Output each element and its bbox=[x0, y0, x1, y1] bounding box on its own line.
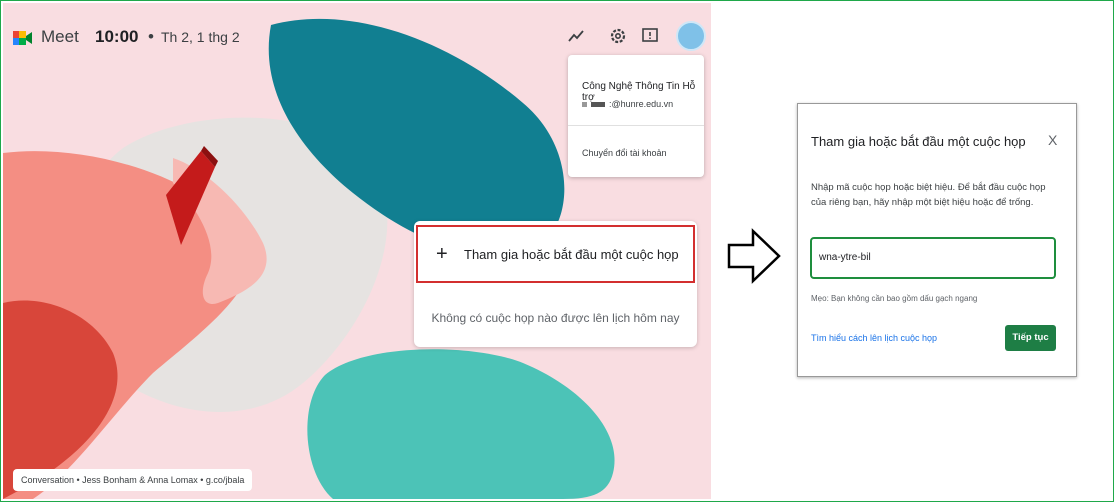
plus-icon: + bbox=[436, 243, 448, 265]
account-menu: Công Nghệ Thông Tin Hỗ trợ :@hunre.edu.v… bbox=[568, 55, 704, 177]
account-email: :@hunre.edu.vn bbox=[609, 99, 674, 109]
input-hint: Mẹo: Bạn không cần bao gồm dấu gạch ngan… bbox=[811, 294, 978, 303]
meet-logo-icon bbox=[13, 31, 32, 45]
settings-gear-icon[interactable] bbox=[607, 25, 629, 47]
learn-schedule-link[interactable]: Tìm hiểu cách lên lịch cuộc họp bbox=[811, 333, 937, 343]
activity-icon[interactable] bbox=[565, 25, 587, 47]
account-avatar-icon[interactable] bbox=[676, 21, 706, 51]
join-label: Tham gia hoặc bắt đầu một cuộc họp bbox=[464, 247, 679, 262]
art-credit[interactable]: Conversation • Jess Bonham & Anna Lomax … bbox=[13, 469, 253, 491]
date: Th 2, 1 thg 2 bbox=[161, 29, 240, 45]
join-meeting-dialog: Tham gia hoặc bắt đầu một cuộc họp X Nhậ… bbox=[797, 103, 1077, 377]
meeting-card: + Tham gia hoặc bắt đầu một cuộc họp Khô… bbox=[414, 221, 697, 347]
clock: 10:00 bbox=[95, 27, 139, 46]
meet-home-panel: Meet 10:00 • Th 2, 1 thg 2 Công Nghệ Thô… bbox=[3, 3, 711, 499]
redacted-mark bbox=[582, 102, 587, 108]
feedback-icon[interactable] bbox=[639, 25, 661, 47]
meet-top-bar: Meet 10:00 • Th 2, 1 thg 2 bbox=[3, 3, 711, 63]
meeting-code-input[interactable]: wna-ytre-bil bbox=[810, 237, 1056, 279]
separator: • bbox=[148, 27, 154, 46]
dialog-title: Tham gia hoặc bắt đầu một cuộc họp bbox=[811, 134, 1026, 149]
redacted-mark bbox=[591, 102, 605, 108]
account-email-row: :@hunre.edu.vn bbox=[582, 99, 673, 109]
continue-button[interactable]: Tiếp tục bbox=[1005, 325, 1056, 351]
close-icon[interactable]: X bbox=[1048, 132, 1057, 148]
join-or-start-button[interactable]: + Tham gia hoặc bắt đầu một cuộc họp bbox=[416, 225, 695, 283]
switch-account-link[interactable]: Chuyển đổi tài khoản bbox=[582, 148, 667, 158]
no-meetings-text: Không có cuộc họp nào được lên lịch hôm … bbox=[431, 311, 680, 325]
divider bbox=[568, 125, 704, 126]
app-name: Meet bbox=[41, 27, 79, 46]
dialog-description: Nhập mã cuộc họp hoặc biệt hiệu. Để bắt … bbox=[811, 182, 1046, 208]
arrow-right-icon bbox=[727, 228, 781, 284]
